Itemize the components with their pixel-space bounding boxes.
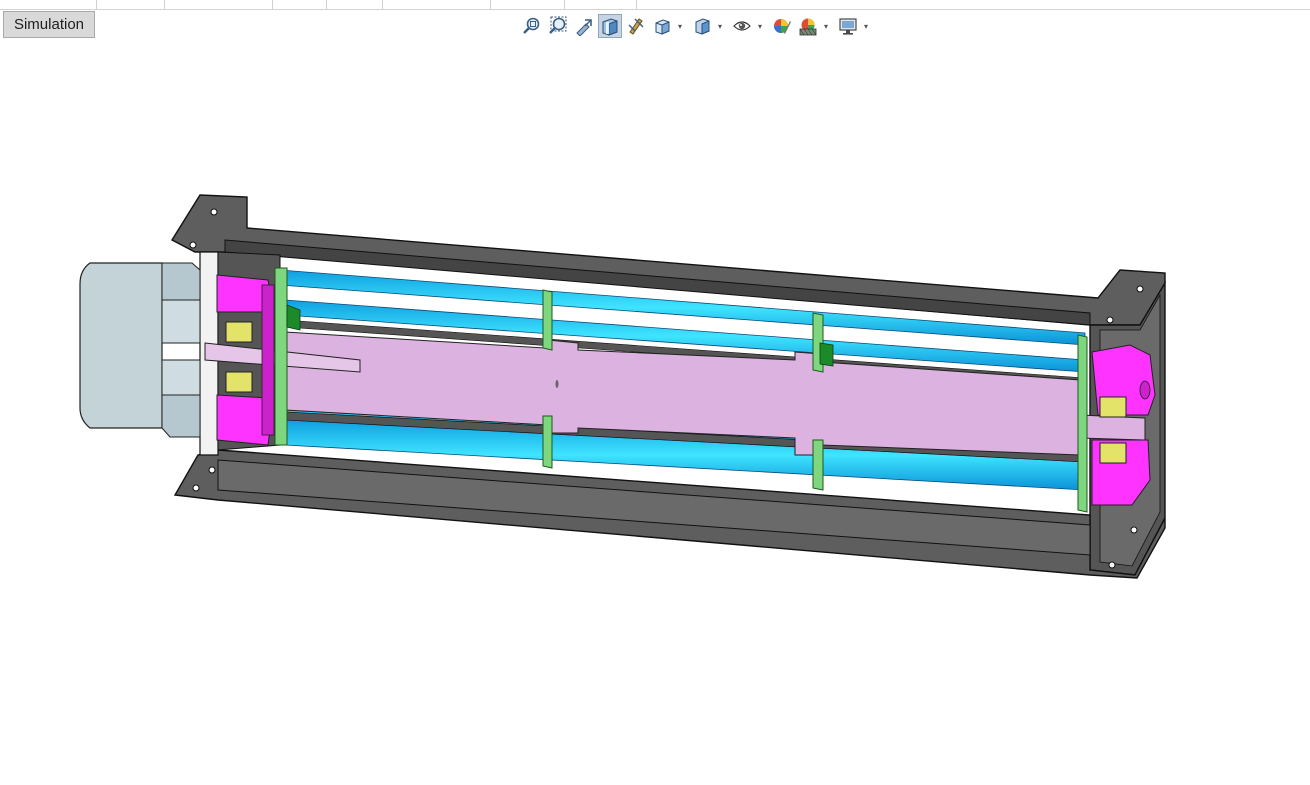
view-orientation-button[interactable] <box>650 14 674 38</box>
drive-motor <box>79 262 201 438</box>
section-view-button[interactable] <box>598 14 622 38</box>
view-orientation-icon <box>655 19 670 35</box>
previous-view-button[interactable] <box>572 14 596 38</box>
hide-show-items-button[interactable] <box>730 14 754 38</box>
window-tab[interactable] <box>326 0 383 9</box>
view-settings-icon <box>839 18 857 35</box>
edit-appearance-button[interactable] <box>770 14 794 38</box>
crossflow-fan-section-model <box>79 194 1166 579</box>
window-tab[interactable] <box>564 0 637 9</box>
window-tab[interactable] <box>272 0 327 9</box>
zoom-to-fit-button[interactable] <box>520 14 544 38</box>
dynamic-annotation-views-icon <box>628 18 644 35</box>
apply-scene-icon <box>799 18 817 36</box>
graphics-area[interactable] <box>0 40 1310 785</box>
zoom-to-area-icon <box>549 16 567 34</box>
previous-view-icon <box>576 19 592 36</box>
window-tab[interactable] <box>0 0 97 9</box>
hide-show-items-icon <box>733 21 751 31</box>
zoom-to-fit-icon <box>523 17 540 34</box>
view-settings-button[interactable] <box>836 14 860 38</box>
simulation-tab[interactable]: Simulation <box>3 11 95 38</box>
view-settings-dropdown[interactable]: ▾ <box>862 14 870 38</box>
hide-show-items-dropdown[interactable]: ▾ <box>756 14 764 38</box>
edit-appearance-icon <box>774 19 791 34</box>
apply-scene-dropdown[interactable]: ▾ <box>822 14 830 38</box>
section-view-icon <box>602 18 618 36</box>
window-tab[interactable] <box>382 0 491 9</box>
display-style-icon <box>695 18 710 35</box>
zoom-to-area-button[interactable] <box>546 14 570 38</box>
window-tab[interactable] <box>164 0 273 9</box>
view-orientation-dropdown[interactable]: ▾ <box>676 14 684 38</box>
heads-up-view-toolbar: ▾ ▾ ▾ ▾ ▾ <box>520 13 876 39</box>
display-style-button[interactable] <box>690 14 714 38</box>
window-tab[interactable] <box>490 0 565 9</box>
apply-scene-button[interactable] <box>796 14 820 38</box>
window-tab-strip <box>0 0 1310 10</box>
window-tab[interactable] <box>96 0 165 9</box>
display-style-dropdown[interactable]: ▾ <box>716 14 724 38</box>
dynamic-annotation-views-button[interactable] <box>624 14 648 38</box>
